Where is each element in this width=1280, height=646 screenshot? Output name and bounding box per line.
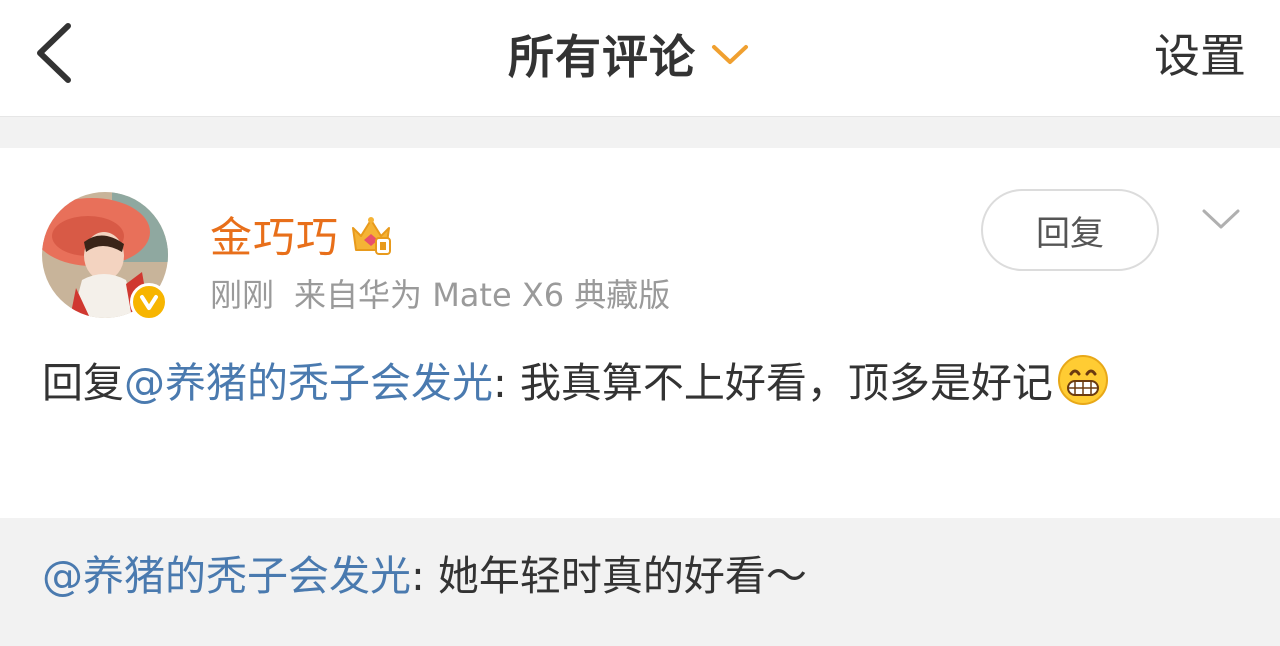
page-title: 所有评论 — [508, 30, 696, 84]
comment-source: 来自华为 Mate X6 典藏版 — [294, 276, 671, 314]
comments-filter-dropdown[interactable]: 所有评论 — [508, 22, 750, 86]
settings-button[interactable]: 设置 — [1154, 26, 1246, 86]
top-nav-bar: 所有评论 设置 — [0, 0, 1280, 116]
quoted-comment-text: @养猪的秃子会发光: 她年轻时真的好看～ — [42, 546, 807, 606]
reply-prefix: 回复 — [42, 359, 124, 407]
comment-time: 刚刚 — [210, 276, 275, 314]
verified-v-icon — [140, 295, 158, 310]
verified-badge — [130, 283, 168, 321]
username-row: 金巧巧 — [210, 204, 393, 265]
quoted-mention-link[interactable]: @养猪的秃子会发光 — [42, 552, 411, 600]
quoted-body-text: : 她年轻时真的好看～ — [411, 552, 807, 600]
comment-body-text: : 我真算不上好看，顶多是好记 — [493, 359, 1053, 407]
section-divider — [0, 116, 1280, 149]
vip-crown-icon[interactable] — [349, 214, 393, 256]
comment-card: 金巧巧 刚刚 来自华为 Mate X6 典藏版 回复 回复@养猪的秃子会发光: … — [0, 148, 1280, 518]
back-button[interactable] — [28, 18, 88, 88]
reply-button[interactable]: 回复 — [981, 189, 1159, 271]
chevron-left-icon — [37, 23, 71, 83]
mention-link[interactable]: @养猪的秃子会发光 — [124, 359, 493, 407]
grinning-face-emoji-icon — [1057, 355, 1108, 405]
chevron-down-icon — [712, 45, 748, 64]
quoted-comment[interactable]: @养猪的秃子会发光: 她年轻时真的好看～ — [0, 518, 1280, 646]
comment-meta: 刚刚 来自华为 Mate X6 典藏版 — [210, 270, 670, 316]
chevron-down-icon[interactable] — [1198, 204, 1244, 234]
comment-text: 回复@养猪的秃子会发光: 我真算不上好看，顶多是好记 — [42, 348, 1232, 418]
username[interactable]: 金巧巧 — [210, 204, 339, 265]
